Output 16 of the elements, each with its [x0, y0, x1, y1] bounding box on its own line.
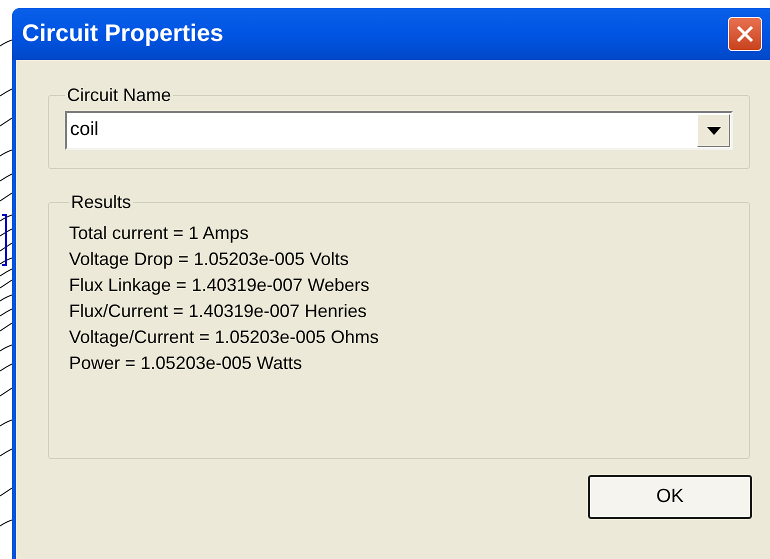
result-line: Voltage/Current = 1.05203e-005 Ohms [69, 326, 380, 349]
ok-button[interactable]: OK [588, 475, 752, 519]
circuit-name-combobox[interactable]: coil [65, 111, 733, 150]
window-title: Circuit Properties [22, 19, 224, 49]
group-label: Circuit Name [66, 84, 172, 107]
result-line: Power = 1.05203e-005 Watts [69, 352, 303, 375]
caret-icon [706, 126, 720, 134]
close-button[interactable] [728, 17, 762, 51]
combobox-value: coil [69, 118, 100, 142]
result-line: Flux/Current = 1.40319e-007 Henries [69, 300, 368, 323]
result-line: Total current = 1 Amps [69, 222, 250, 245]
result-line: Voltage Drop = 1.05203e-005 Volts [69, 248, 350, 271]
result-line: Flux Linkage = 1.40319e-007 Webers [69, 274, 370, 297]
close-icon [736, 25, 754, 43]
group-label: Results [70, 191, 132, 214]
dropdown-button[interactable] [697, 114, 730, 147]
